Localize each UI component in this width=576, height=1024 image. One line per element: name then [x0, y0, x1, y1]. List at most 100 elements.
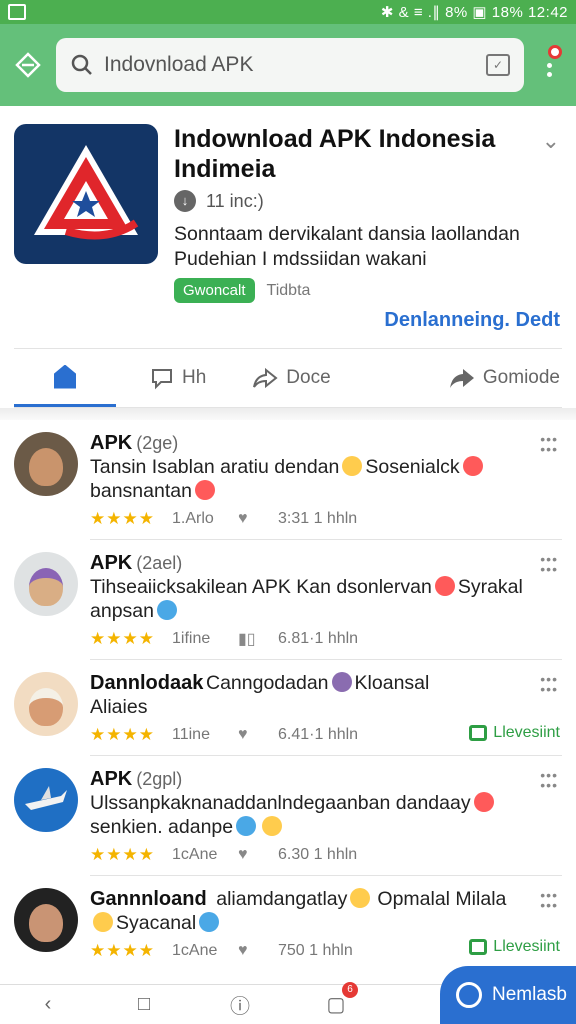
rating-stars: ★★★★: [90, 629, 155, 648]
user-name[interactable]: Dannlodaak: [90, 672, 203, 694]
comment-stats: ★★★★ 1ifine ▮▯ 6.81·1 hhln: [90, 629, 528, 649]
thumb-icon[interactable]: ▮▯: [238, 629, 278, 649]
menu-dot: [547, 63, 552, 68]
emoji-icon: [342, 456, 363, 476]
verified-icon: [199, 912, 220, 932]
comment-stats: ★★★★ 11ine ♥ 6.41·1 hhln: [90, 725, 528, 745]
search-bar[interactable]: Indovnload APK ✓: [56, 38, 524, 92]
download-count-icon: ↓: [174, 190, 196, 212]
rating-stars: ★★★★: [90, 725, 155, 744]
category-tag[interactable]: Tidbta: [267, 282, 311, 300]
comment-age: 6.81·1 hhln: [278, 630, 359, 647]
rating-value: 1cAne: [172, 942, 218, 959]
tab-bar: Hh Doce Gomiode: [14, 348, 562, 408]
avatar[interactable]: [14, 552, 78, 616]
avatar[interactable]: [14, 888, 78, 952]
user-name[interactable]: APK: [90, 768, 132, 790]
app-tags: Gwoncalt Tidbta: [174, 278, 562, 303]
app-info: Indownload APK Indonesia Indimeia ↓ 11 i…: [174, 124, 562, 303]
user-name[interactable]: APK: [90, 432, 132, 454]
install-count: 11 inc:): [206, 190, 264, 211]
new-post-button[interactable]: Nemlasb: [440, 966, 576, 1024]
comment-age: 6.41·1 hhln: [278, 726, 359, 743]
tab-hh[interactable]: Hh: [150, 366, 206, 390]
list-item[interactable]: Dannlodaak Canngodadan Kloansal Aliaies ★…: [0, 660, 576, 756]
more-icon[interactable]: ••• •••: [540, 432, 558, 456]
tab-gomiode[interactable]: Gomiode: [449, 366, 560, 390]
screenshot-search-icon[interactable]: ✓: [486, 54, 510, 76]
more-icon[interactable]: ••• •••: [540, 888, 558, 912]
more-options-icon[interactable]: [538, 45, 562, 85]
search-input[interactable]: Indovnload APK: [104, 53, 476, 77]
heart-icon[interactable]: ♥: [238, 726, 278, 744]
emoji-icon: [350, 888, 371, 908]
list-item[interactable]: APK (2gpl) Ulssanpkaknanaddanlndegaanban …: [0, 756, 576, 876]
rating-value: 1ifine: [172, 630, 211, 647]
app-bar: Indovnload APK ✓: [0, 24, 576, 106]
comment-text: Tansin Isablan aratiu dendan Sosenialck ba…: [90, 455, 528, 503]
user-name[interactable]: Gannnloand: [90, 888, 207, 910]
tab-doce-label: Doce: [286, 367, 331, 388]
more-icon[interactable]: ••• •••: [540, 552, 558, 576]
emoji-icon: [262, 816, 283, 836]
search-icon: [70, 53, 94, 77]
comment-age: 750 1 hhln: [278, 942, 353, 959]
post-time: (2gpl): [136, 769, 183, 789]
tab-doce[interactable]: Doce: [252, 366, 331, 390]
rating-stars: ★★★★: [90, 509, 155, 528]
new-post-label: Nemlasb: [492, 984, 567, 1005]
home-icon: [54, 364, 76, 389]
avatar[interactable]: [14, 768, 78, 832]
diamond-nav-icon[interactable]: [14, 51, 42, 79]
comment-text-cont: Aliaies: [90, 696, 148, 718]
comment-text: Ulssanpkaknanaddanlndegaanban dandaay sen…: [90, 791, 528, 839]
emoji-icon: [462, 456, 483, 476]
heart-icon[interactable]: ♥: [238, 510, 278, 528]
comment-stats: ★★★★ 1.Arlo ♥ 3:31 1 hhln: [90, 509, 528, 529]
comment-age: 6.30 1 hhln: [278, 846, 358, 863]
back-icon[interactable]: ‹: [0, 993, 96, 1016]
share-outline-icon: [253, 367, 278, 389]
avatar[interactable]: [14, 672, 78, 736]
rating-stars: ★★★★: [90, 845, 155, 864]
app-logo: [14, 124, 158, 264]
install-meta: ↓ 11 inc:): [174, 190, 562, 212]
more-icon[interactable]: ••• •••: [540, 672, 558, 696]
bag-icon[interactable]: ▢ 6: [288, 982, 384, 1017]
developer-link[interactable]: Denlanneing. Dedt: [0, 303, 576, 332]
heart-icon[interactable]: ♥: [238, 942, 278, 960]
list-item[interactable]: APK (2ael) Tihseaiicksakilean APK Kan dso…: [0, 540, 576, 660]
chat-icon: [469, 939, 488, 955]
list-item[interactable]: Gannnloand aliamdangatlay Opmalal Milala …: [0, 876, 576, 971]
comment-stats: ★★★★ 1cAne ♥ 6.30 1 hhln: [90, 845, 528, 865]
forward-icon: [449, 369, 474, 388]
chevron-down-icon[interactable]: ⌄: [542, 128, 560, 154]
user-name[interactable]: APK: [90, 552, 132, 574]
heart-icon[interactable]: ♥: [238, 846, 278, 864]
list-item[interactable]: APK (2ge) Tansin Isablan aratiu dendan Sos…: [0, 420, 576, 540]
comment-text: Syacanal: [90, 911, 528, 935]
live-badge[interactable]: Llevesiint: [469, 938, 560, 956]
avatar[interactable]: [14, 432, 78, 496]
comment-icon: [152, 369, 172, 390]
live-badge[interactable]: Llevesiint: [469, 724, 560, 742]
emoji-icon: [434, 576, 455, 596]
screenshot-notification-icon: [8, 4, 26, 20]
more-icon[interactable]: ••• •••: [540, 768, 558, 792]
rating-value: 1.Arlo: [172, 510, 214, 527]
post-time: (2ael): [136, 553, 183, 573]
app-title: Indownload APK Indonesia Indimeia: [174, 125, 496, 183]
tab-hh-label: Hh: [182, 367, 207, 388]
rating-value: 11ine: [172, 726, 210, 743]
emoji-icon: [236, 816, 257, 836]
section-divider: [0, 408, 576, 420]
square-icon[interactable]: □: [96, 993, 192, 1016]
emoji-icon: [194, 480, 215, 500]
tab-home[interactable]: [14, 349, 116, 407]
circle-info-icon[interactable]: ⓘ: [192, 990, 288, 1019]
menu-dot: [547, 72, 552, 77]
tab-gomiode-label: Gomiode: [482, 367, 560, 388]
emoji-icon: [156, 600, 177, 620]
plus-chat-icon: [456, 982, 482, 1008]
download-chip[interactable]: Gwoncalt: [174, 278, 255, 303]
